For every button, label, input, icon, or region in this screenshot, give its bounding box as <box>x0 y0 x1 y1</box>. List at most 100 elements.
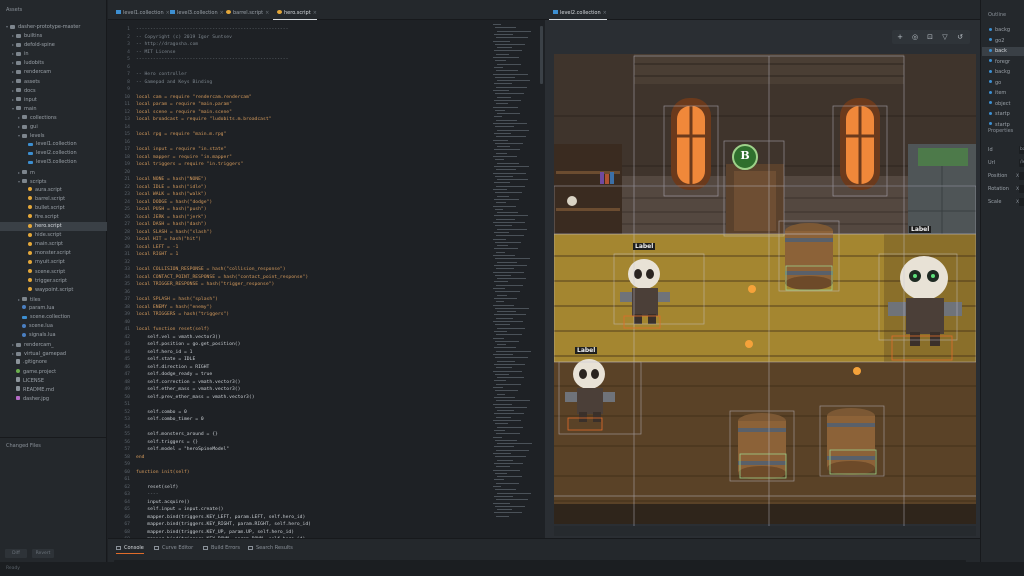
outline-item[interactable]: object <box>989 100 1010 109</box>
property-field[interactable]: bac <box>1019 146 1024 154</box>
editor-tab[interactable]: level3.collection × <box>166 7 224 20</box>
scene-label-left[interactable]: Label <box>575 347 598 354</box>
tree-item[interactable]: bullet.script <box>0 204 107 213</box>
tree-item[interactable]: trigger.script <box>0 277 107 286</box>
tree-item[interactable]: ▸ defold-spine <box>0 40 107 49</box>
console-tab[interactable]: Search Results <box>248 543 293 554</box>
tree-item[interactable]: level2.collection <box>0 149 107 158</box>
bookshelf <box>554 144 622 236</box>
outline-item[interactable]: startp <box>989 110 1010 119</box>
property-field[interactable] <box>1019 172 1024 180</box>
code-scrollbar[interactable] <box>540 26 543 84</box>
minimap-line <box>496 152 507 154</box>
tree-item[interactable]: ▸ builtins <box>0 31 107 40</box>
line-number: 61 <box>124 477 130 482</box>
tree-item[interactable]: ▸ gui <box>0 122 107 131</box>
tree-item[interactable]: ▾ main <box>0 104 107 113</box>
rotate-icon[interactable]: ◎ <box>910 32 920 42</box>
visibility-icon[interactable]: ▽ <box>940 32 950 42</box>
tree-item[interactable]: hero.script <box>0 222 107 232</box>
move-icon[interactable]: + <box>895 32 905 42</box>
tree-item[interactable]: ▾ dasher-prototype-master <box>0 22 107 31</box>
revert-button[interactable]: Revert <box>32 549 54 558</box>
console-tab[interactable]: Build Errors <box>203 543 240 554</box>
scene-label-right[interactable]: Label <box>909 226 932 233</box>
code-line: 18 local mapper = require "in.mapper" <box>108 154 508 162</box>
tree-item[interactable]: ▸ ludobits <box>0 58 107 67</box>
tree-item[interactable]: ▸ virtual_gamepad <box>0 349 107 358</box>
tree-item[interactable]: signals.lua <box>0 331 107 340</box>
reset-view-icon[interactable]: ↺ <box>955 32 965 42</box>
tree-item[interactable]: ▸ rendercam <box>0 67 107 76</box>
console-tab[interactable]: Console <box>116 543 144 554</box>
minimap-line <box>496 53 509 55</box>
tab-level2-collection[interactable]: level2.collection × <box>549 7 607 20</box>
tree-item[interactable]: myuit.script <box>0 258 107 267</box>
tree-item[interactable]: ▸ rendercam_ <box>0 340 107 349</box>
tree-item[interactable]: scene.lua <box>0 322 107 331</box>
outline-item[interactable]: item <box>989 89 1006 98</box>
outline-item[interactable]: go <box>989 79 1001 88</box>
tree-item[interactable]: aura.script <box>0 186 107 195</box>
tree-item[interactable]: dasher.jpg <box>0 395 107 404</box>
editor-tab[interactable]: hero.script × <box>273 7 317 20</box>
tree-item-label: scene.script <box>35 268 66 275</box>
tree-item[interactable]: ▾ scripts <box>0 177 107 186</box>
scene-canvas[interactable] <box>554 26 976 536</box>
minimap-line <box>495 274 511 276</box>
close-icon[interactable]: × <box>603 10 607 16</box>
tree-item[interactable]: README.md <box>0 386 107 395</box>
code-area[interactable]: 1 ---------------------------------------… <box>108 26 508 559</box>
tree-item[interactable]: ▸ input <box>0 95 107 104</box>
property-field[interactable] <box>1019 185 1024 193</box>
tree-item[interactable]: scene.script <box>0 268 107 277</box>
tree-item[interactable]: .gitignore <box>0 358 107 367</box>
outline-item[interactable]: backg <box>989 26 1010 35</box>
tree-item[interactable]: ▸ assets <box>0 77 107 86</box>
outline-item[interactable]: go2 <box>989 37 1004 46</box>
diff-button[interactable]: Diff <box>5 549 27 558</box>
tree-item[interactable]: fire.script <box>0 213 107 222</box>
line-number: 33 <box>124 267 130 272</box>
scene-label-center[interactable]: Label <box>633 243 656 250</box>
editor-tab[interactable]: level1.collection × <box>112 7 170 20</box>
tree-item[interactable]: scene.collection <box>0 313 107 322</box>
editor-tab[interactable]: barrel.script × <box>222 7 269 20</box>
tree-item[interactable]: ▸ m <box>0 168 107 177</box>
scale-icon[interactable]: ⊡ <box>925 32 935 42</box>
minimap-line <box>496 235 524 237</box>
code-text: self.direction = RIGHT <box>136 364 210 370</box>
tree-item[interactable]: waypoint.script <box>0 286 107 295</box>
console-tab-icon <box>116 545 121 550</box>
outline-item[interactable]: foregr <box>989 58 1010 67</box>
console-tab[interactable]: Curve Editor <box>154 543 193 554</box>
code-line: 41 local function reset(self) <box>108 326 508 334</box>
tree-item[interactable]: ▾ levels <box>0 131 107 140</box>
tree-item[interactable]: ▸ docs <box>0 86 107 95</box>
tree-item[interactable]: LICENSE <box>0 377 107 386</box>
tree-item[interactable]: ▸ in <box>0 49 107 58</box>
close-icon[interactable]: × <box>313 10 317 16</box>
code-line: 29 local HIT = hash("hit") <box>108 236 508 244</box>
property-field[interactable]: /le <box>1019 159 1024 167</box>
tree-item[interactable]: hide.script <box>0 231 107 240</box>
code-line: 46 self.direction = RIGHT <box>108 364 508 372</box>
outline-item[interactable]: back <box>982 47 1024 56</box>
code-minimap[interactable] <box>493 24 535 536</box>
tree-item[interactable]: param.lua <box>0 304 107 313</box>
tree-item[interactable]: game.project <box>0 368 107 377</box>
outline-item[interactable]: backg <box>989 68 1010 77</box>
tree-item[interactable]: main.script <box>0 240 107 249</box>
collection-icon <box>170 10 175 14</box>
close-icon[interactable]: × <box>265 10 269 16</box>
tree-item[interactable]: ▸ tiles <box>0 295 107 304</box>
tree-item[interactable]: monster.script <box>0 249 107 258</box>
tree-item[interactable]: level3.collection <box>0 158 107 167</box>
tree-item[interactable]: ▸ collections <box>0 113 107 122</box>
property-field[interactable] <box>1019 198 1024 206</box>
minimap-line <box>495 225 512 227</box>
tree-item-label: builtins <box>24 33 43 40</box>
outline-item-label: backg <box>995 69 1011 75</box>
tree-item[interactable]: level1.collection <box>0 140 107 149</box>
tree-item[interactable]: barrel.script <box>0 195 107 204</box>
